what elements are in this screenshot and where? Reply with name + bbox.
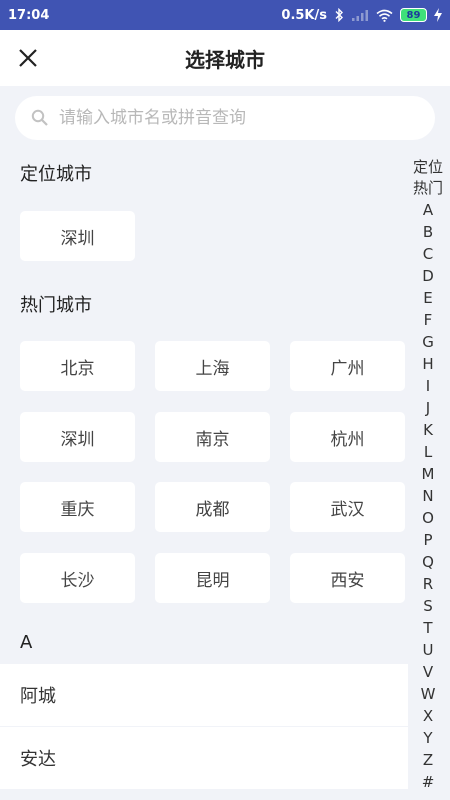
hot-city-button[interactable]: 长沙: [20, 553, 135, 603]
alphabet-index[interactable]: 定位 热门 A B C D E F G H I J K L M N O P Q …: [408, 157, 448, 793]
index-letter[interactable]: N: [408, 485, 448, 507]
hot-city-button[interactable]: 北京: [20, 341, 135, 391]
bluetooth-icon: [335, 8, 343, 22]
hot-city-button[interactable]: 重庆: [20, 482, 135, 532]
letter-group-header: A: [20, 632, 33, 653]
battery-indicator: 89: [400, 8, 427, 22]
network-speed: 0.5K/s: [281, 7, 327, 23]
index-letter[interactable]: O: [408, 507, 448, 529]
hot-city-button[interactable]: 南京: [155, 412, 270, 462]
hot-section-title: 热门城市: [20, 295, 92, 316]
hot-city-button[interactable]: 杭州: [290, 412, 405, 462]
index-letter[interactable]: Q: [408, 551, 448, 573]
page-title: 选择城市: [185, 47, 265, 72]
index-letter[interactable]: M: [408, 463, 448, 485]
city-list-item[interactable]: 阿城: [0, 664, 408, 726]
wifi-icon: [376, 9, 393, 22]
search-box[interactable]: [15, 96, 435, 140]
index-letter[interactable]: R: [408, 573, 448, 595]
hot-city-button[interactable]: 广州: [290, 341, 405, 391]
index-letter[interactable]: D: [408, 265, 448, 287]
hot-city-button[interactable]: 成都: [155, 482, 270, 532]
index-letter[interactable]: F: [408, 309, 448, 331]
index-letter[interactable]: E: [408, 287, 448, 309]
status-bar: 17:04 0.5K/s 89: [0, 0, 450, 30]
located-city-button[interactable]: 深圳: [20, 211, 135, 261]
index-letter[interactable]: T: [408, 617, 448, 639]
index-letter[interactable]: I: [408, 375, 448, 397]
located-section-title: 定位城市: [20, 164, 92, 185]
signal-icon: [352, 9, 368, 21]
city-list-item[interactable]: 安达: [0, 727, 408, 789]
index-letter[interactable]: U: [408, 639, 448, 661]
index-letter[interactable]: S: [408, 595, 448, 617]
nav-bar: 选择城市: [0, 30, 450, 86]
search-input[interactable]: [59, 108, 399, 128]
hot-city-button[interactable]: 武汉: [290, 482, 405, 532]
index-letter[interactable]: C: [408, 243, 448, 265]
index-letter[interactable]: Y: [408, 727, 448, 749]
index-letter[interactable]: G: [408, 331, 448, 353]
search-icon: [31, 109, 48, 126]
index-letter[interactable]: A: [408, 199, 448, 221]
hot-city-button[interactable]: 昆明: [155, 553, 270, 603]
index-letter[interactable]: #: [408, 771, 448, 793]
index-letter[interactable]: B: [408, 221, 448, 243]
index-item-located[interactable]: 定位: [408, 157, 448, 178]
close-button[interactable]: [12, 42, 44, 74]
index-item-hot[interactable]: 热门: [408, 178, 448, 199]
hot-city-button[interactable]: 深圳: [20, 412, 135, 462]
status-time: 17:04: [8, 7, 50, 23]
index-letter[interactable]: V: [408, 661, 448, 683]
hot-city-button[interactable]: 西安: [290, 553, 405, 603]
index-letter[interactable]: J: [408, 397, 448, 419]
charging-icon: [434, 8, 442, 22]
index-letter[interactable]: P: [408, 529, 448, 551]
hot-city-button[interactable]: 上海: [155, 341, 270, 391]
index-letter[interactable]: Z: [408, 749, 448, 771]
index-letter[interactable]: W: [408, 683, 448, 705]
close-icon: [19, 49, 37, 67]
index-letter[interactable]: X: [408, 705, 448, 727]
index-letter[interactable]: H: [408, 353, 448, 375]
index-letter[interactable]: L: [408, 441, 448, 463]
index-letter[interactable]: K: [408, 419, 448, 441]
